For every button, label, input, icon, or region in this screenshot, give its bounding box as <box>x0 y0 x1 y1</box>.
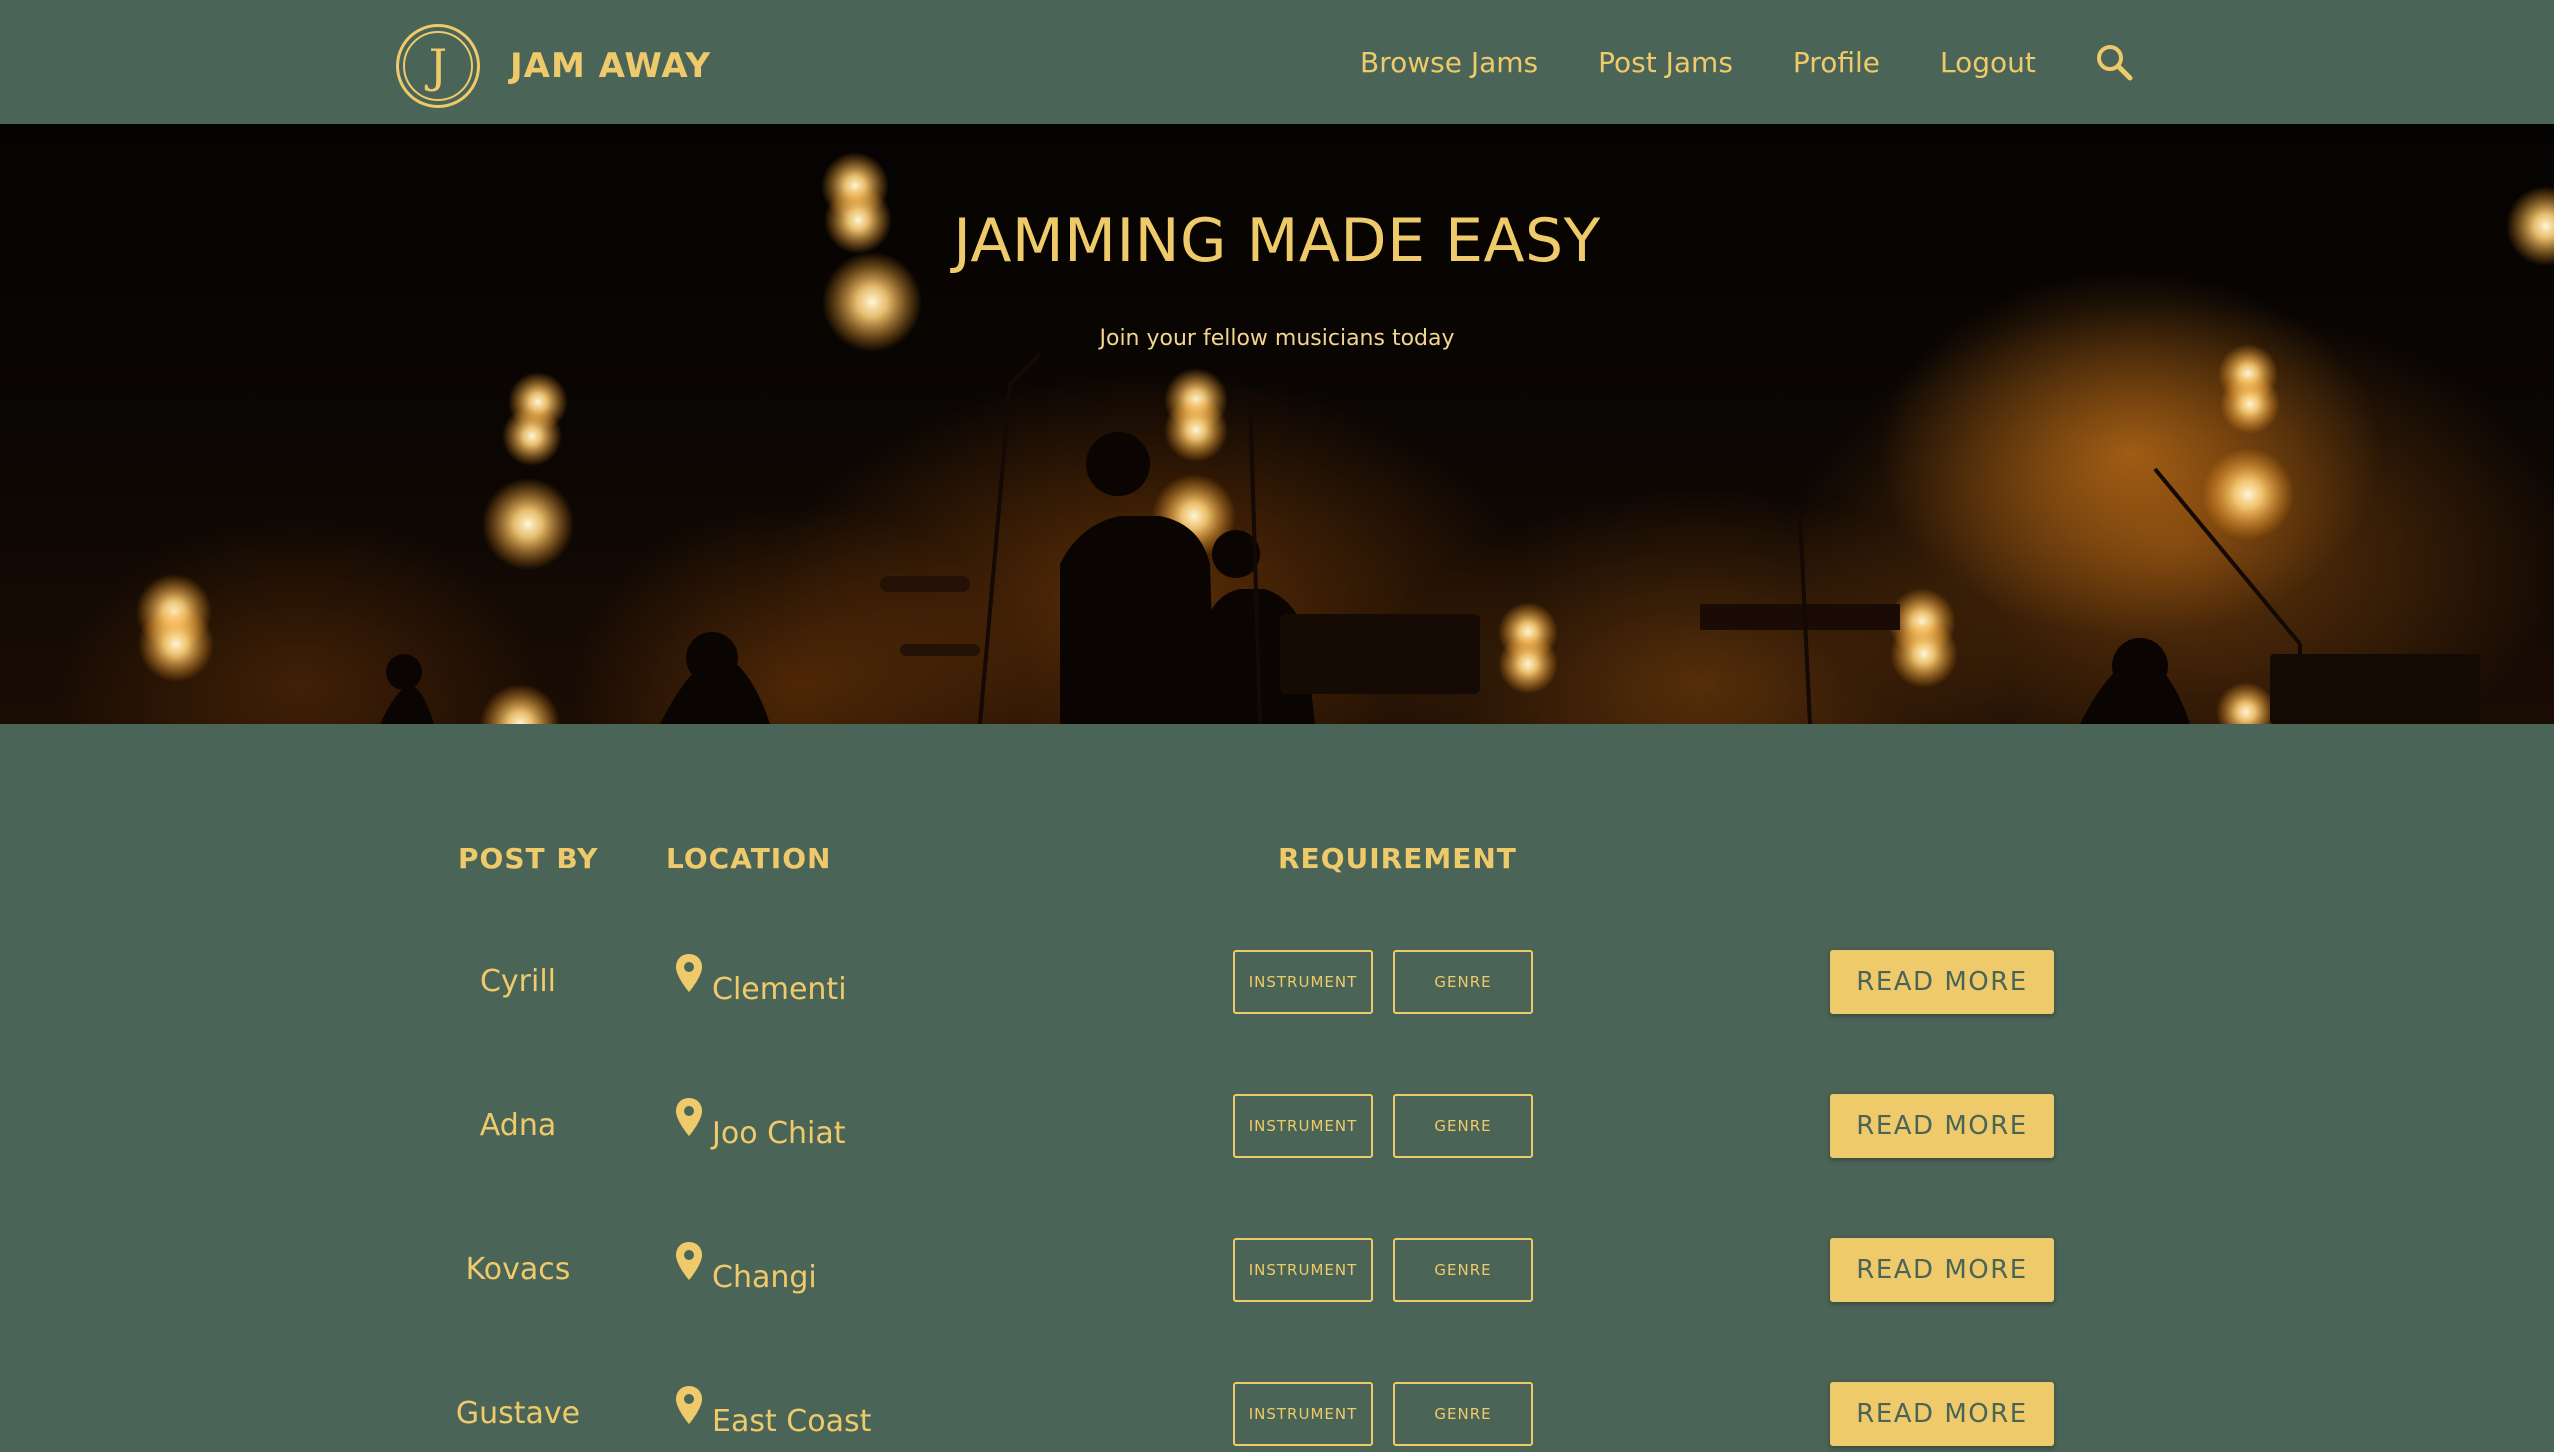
instrument-tag[interactable]: INSTRUMENT <box>1233 950 1373 1014</box>
hero-subtitle: Join your fellow musicians today <box>1099 326 1455 351</box>
map-pin-icon <box>676 1098 702 1136</box>
instrument-tag[interactable]: INSTRUMENT <box>1233 1238 1373 1302</box>
nav-profile[interactable]: Profile <box>1793 46 1880 79</box>
map-pin-icon <box>676 1242 702 1280</box>
read-more-button[interactable]: READ MORE <box>1830 1382 2054 1446</box>
search-button[interactable] <box>2092 40 2136 84</box>
column-header-requirement: REQUIREMENT <box>1278 842 1517 875</box>
location-text: Joo Chiat <box>712 1116 846 1151</box>
table-row: Cyrill Clementi INSTRUMENT GENRE READ MO… <box>0 950 2554 1020</box>
hero-title: JAMMING MADE EASY <box>953 206 1601 276</box>
genre-tag[interactable]: GENRE <box>1393 1094 1533 1158</box>
read-more-button[interactable]: READ MORE <box>1830 950 2054 1014</box>
post-author: Kovacs <box>465 1252 571 1287</box>
table-row: Kovacs Changi INSTRUMENT GENRE READ MORE <box>0 1238 2554 1308</box>
post-author: Cyrill <box>479 964 557 999</box>
logo-icon: J <box>396 24 480 108</box>
table-row: Adna Joo Chiat INSTRUMENT GENRE READ MOR… <box>0 1094 2554 1164</box>
genre-tag[interactable]: GENRE <box>1393 1382 1533 1446</box>
post-author: Gustave <box>455 1396 581 1431</box>
instrument-tag[interactable]: INSTRUMENT <box>1233 1094 1373 1158</box>
location-text: Changi <box>712 1260 817 1295</box>
map-pin-icon <box>676 954 702 992</box>
nav-browse-jams[interactable]: Browse Jams <box>1360 46 1538 79</box>
brand-home-link[interactable]: J JAM AWAY <box>396 24 711 108</box>
brand-name: JAM AWAY <box>510 46 712 86</box>
genre-tag[interactable]: GENRE <box>1393 950 1533 1014</box>
navbar: J JAM AWAY Browse Jams Post Jams Profile… <box>0 0 2554 124</box>
map-pin-icon <box>676 1386 702 1424</box>
logo-letter: J <box>428 39 448 93</box>
read-more-button[interactable]: READ MORE <box>1830 1094 2054 1158</box>
location-text: Clementi <box>712 972 847 1007</box>
nav-post-jams[interactable]: Post Jams <box>1598 46 1733 79</box>
read-more-button[interactable]: READ MORE <box>1830 1238 2054 1302</box>
table-row: Gustave East Coast INSTRUMENT GENRE READ… <box>0 1382 2554 1452</box>
nav-logout[interactable]: Logout <box>1940 46 2036 79</box>
nav-menu: Browse Jams Post Jams Profile Logout <box>1360 0 2136 124</box>
location-text: East Coast <box>712 1404 872 1439</box>
search-icon <box>2096 45 2133 81</box>
column-header-location: LOCATION <box>666 842 832 875</box>
instrument-tag[interactable]: INSTRUMENT <box>1233 1382 1373 1446</box>
band-silhouettes <box>380 432 2480 724</box>
post-author: Adna <box>479 1108 557 1143</box>
hero-banner: JAMMING MADE EASY Join your fellow music… <box>0 124 2554 724</box>
genre-tag[interactable]: GENRE <box>1393 1238 1533 1302</box>
column-header-post-by: POST BY <box>458 842 599 875</box>
